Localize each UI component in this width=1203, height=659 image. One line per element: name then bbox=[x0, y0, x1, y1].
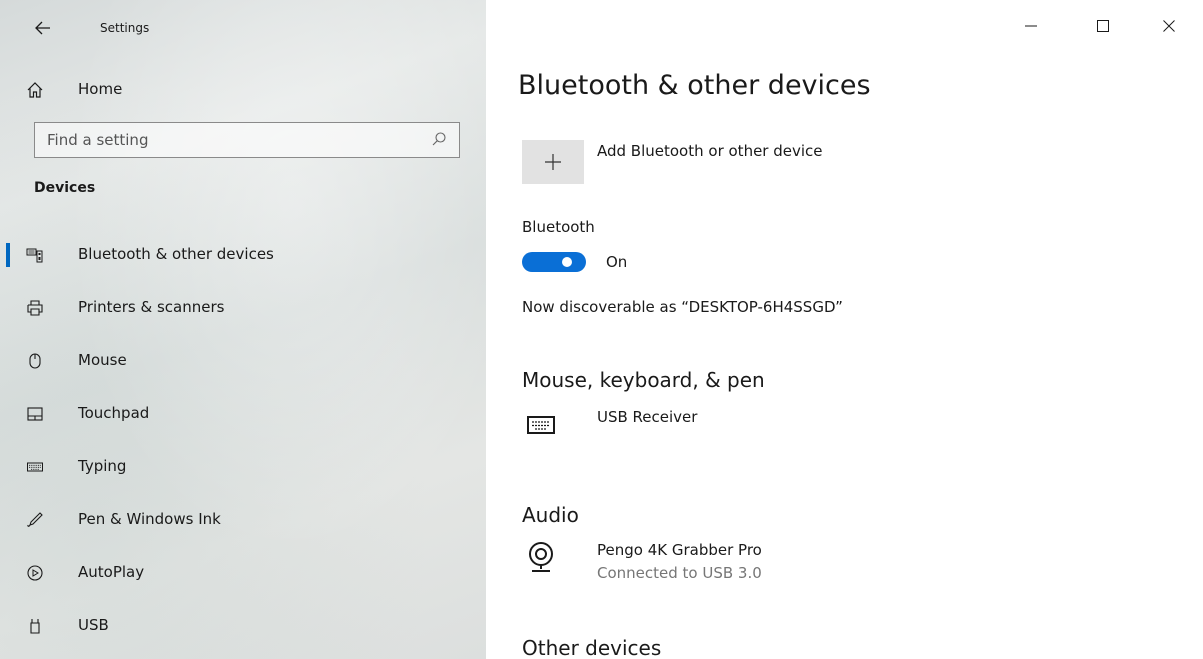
bluetooth-devices-icon bbox=[24, 244, 46, 266]
add-device-button[interactable] bbox=[522, 140, 584, 184]
bluetooth-toggle[interactable] bbox=[522, 252, 586, 272]
minimize-icon bbox=[1025, 25, 1037, 27]
page-title: Bluetooth & other devices bbox=[518, 70, 871, 101]
sidebar-item-home[interactable]: Home bbox=[0, 72, 486, 108]
maximize-icon bbox=[1097, 20, 1109, 32]
app-title: Settings bbox=[100, 21, 150, 35]
touchpad-icon bbox=[24, 403, 46, 425]
home-icon bbox=[24, 79, 46, 101]
back-button[interactable] bbox=[28, 16, 58, 40]
mouse-icon bbox=[24, 350, 46, 372]
close-icon bbox=[1163, 20, 1175, 32]
sidebar-item-pen[interactable]: Pen & Windows Ink bbox=[0, 498, 486, 542]
group-title-audio: Audio bbox=[522, 503, 579, 527]
bluetooth-label: Bluetooth bbox=[522, 218, 595, 236]
webcam-icon bbox=[526, 542, 556, 573]
title-bar: Settings bbox=[0, 6, 486, 46]
keyboard-icon bbox=[24, 456, 46, 478]
sidebar-item-label: Printers & scanners bbox=[78, 298, 225, 316]
device-status: Connected to USB 3.0 bbox=[597, 564, 762, 582]
sidebar-item-label: Touchpad bbox=[78, 404, 150, 422]
discoverable-text: Now discoverable as “DESKTOP-6H4SSGD” bbox=[522, 298, 843, 316]
sidebar-item-mouse[interactable]: Mouse bbox=[0, 339, 486, 383]
device-name: USB Receiver bbox=[597, 408, 698, 426]
close-button[interactable] bbox=[1154, 14, 1184, 38]
autoplay-icon bbox=[24, 562, 46, 584]
active-indicator bbox=[6, 243, 10, 267]
sidebar: Settings Home Devices bbox=[0, 0, 486, 659]
toggle-state-label: On bbox=[606, 253, 628, 271]
toggle-knob bbox=[562, 257, 572, 267]
group-title-other: Other devices bbox=[522, 636, 662, 659]
group-title-input: Mouse, keyboard, & pen bbox=[522, 368, 765, 392]
keyboard-icon bbox=[526, 410, 556, 440]
sidebar-item-typing[interactable]: Typing bbox=[0, 445, 486, 489]
sidebar-item-printers[interactable]: Printers & scanners bbox=[0, 286, 486, 330]
search-input[interactable] bbox=[35, 123, 415, 157]
sidebar-item-label: Mouse bbox=[78, 351, 127, 369]
search-icon[interactable] bbox=[431, 131, 449, 149]
sidebar-item-autoplay[interactable]: AutoPlay bbox=[0, 551, 486, 595]
sidebar-item-label: Home bbox=[78, 80, 123, 98]
device-name: Pengo 4K Grabber Pro bbox=[597, 541, 762, 559]
printer-icon bbox=[24, 297, 46, 319]
pen-icon bbox=[24, 509, 46, 531]
section-title: Devices bbox=[34, 180, 96, 196]
sidebar-item-bluetooth[interactable]: Bluetooth & other devices bbox=[0, 233, 486, 277]
minimize-button[interactable] bbox=[1016, 14, 1046, 38]
sidebar-item-touchpad[interactable]: Touchpad bbox=[0, 392, 486, 436]
sidebar-item-label: AutoPlay bbox=[78, 563, 145, 581]
back-arrow-icon bbox=[35, 21, 50, 35]
maximize-button[interactable] bbox=[1088, 14, 1118, 38]
sidebar-item-label: USB bbox=[78, 616, 109, 634]
sidebar-item-label: Typing bbox=[78, 457, 127, 475]
search-box[interactable] bbox=[34, 122, 460, 158]
usb-icon bbox=[24, 615, 46, 637]
sidebar-item-label: Bluetooth & other devices bbox=[78, 245, 274, 263]
sidebar-item-usb[interactable]: USB bbox=[0, 604, 486, 648]
add-device-label[interactable]: Add Bluetooth or other device bbox=[597, 142, 823, 160]
plus-icon bbox=[545, 154, 561, 170]
main-content: Bluetooth & other devices Add Bluetooth … bbox=[486, 0, 1203, 659]
sidebar-item-label: Pen & Windows Ink bbox=[78, 510, 221, 528]
